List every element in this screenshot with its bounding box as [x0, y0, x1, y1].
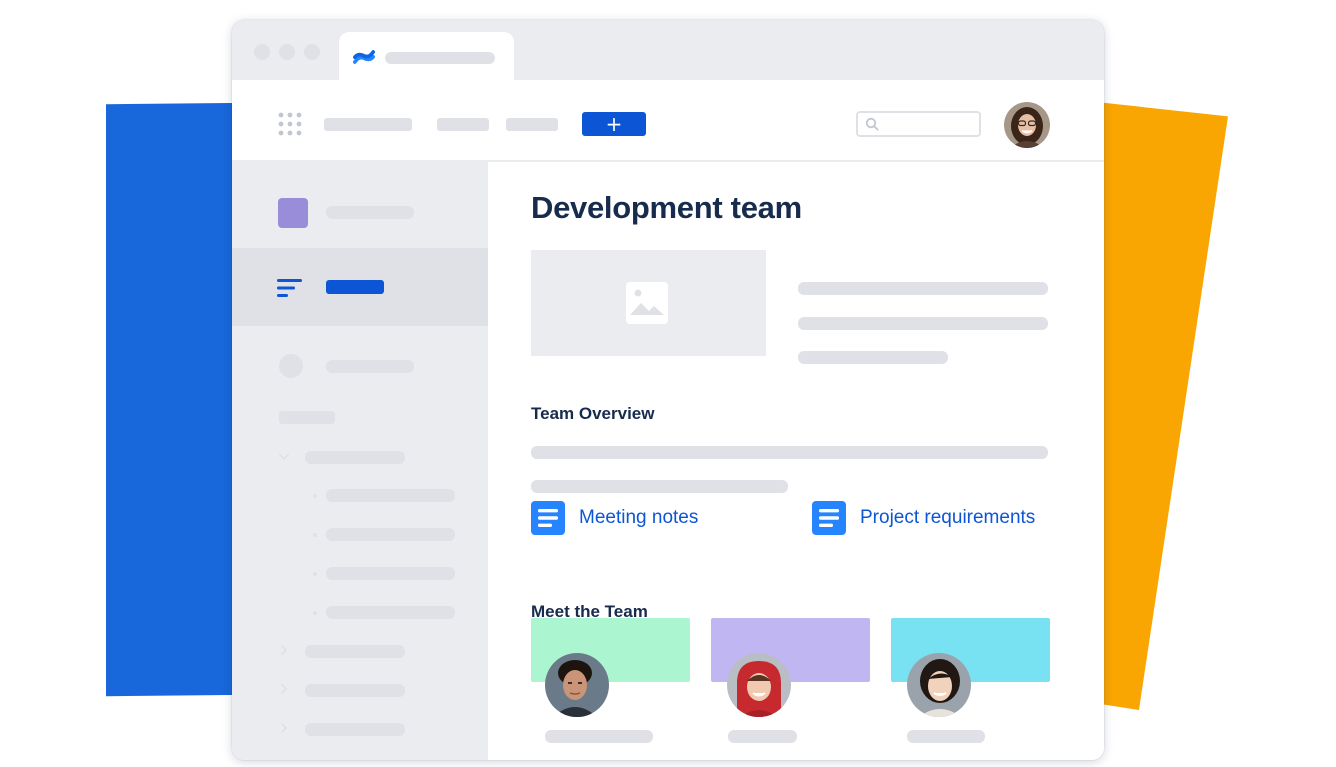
meeting-notes-label: Meeting notes	[579, 507, 699, 528]
space-name-placeholder[interactable]	[326, 206, 414, 219]
text-line-placeholder	[531, 480, 788, 493]
sidebar-item-placeholder[interactable]	[326, 360, 414, 373]
nav-item-placeholder[interactable]	[324, 118, 412, 131]
sidebar-item-avatar[interactable]	[279, 354, 303, 378]
sidebar-section-heading	[279, 411, 335, 424]
page-tree-child-item[interactable]	[326, 489, 455, 502]
browser-tab[interactable]	[339, 32, 514, 80]
bullet-dot	[313, 572, 317, 576]
user-avatar[interactable]	[1004, 102, 1050, 148]
page-title: Development team	[531, 190, 802, 225]
team-member-name-placeholder	[545, 730, 653, 743]
top-navigation: +	[232, 80, 1104, 162]
text-line-placeholder	[798, 317, 1048, 330]
window-close-dot[interactable]	[254, 44, 270, 60]
page-tree-item[interactable]	[305, 723, 405, 736]
sidebar-item-selected[interactable]	[232, 248, 488, 326]
text-line-placeholder	[798, 282, 1048, 295]
search-input[interactable]	[856, 111, 981, 137]
team-member-name-placeholder	[728, 730, 797, 743]
team-member-portrait	[545, 653, 609, 717]
team-member-avatar[interactable]	[545, 653, 609, 717]
bullet-dot	[313, 533, 317, 537]
page-tree-item[interactable]	[305, 684, 405, 697]
header-image-placeholder	[531, 250, 766, 356]
text-line-placeholder	[531, 446, 1048, 459]
menu-lines-icon	[277, 279, 302, 297]
team-member-name-placeholder	[907, 730, 985, 743]
document-icon	[812, 501, 846, 535]
user-portrait	[1004, 102, 1050, 148]
window-maximize-dot[interactable]	[304, 44, 320, 60]
confluence-logo-icon	[353, 50, 375, 64]
sidebar-item-selected-label	[326, 280, 384, 294]
project-requirements-link[interactable]: Project requirements	[812, 500, 1035, 536]
team-member-portrait	[907, 653, 971, 717]
team-member-avatar[interactable]	[727, 653, 791, 717]
space-avatar[interactable]	[278, 198, 308, 228]
team-member-avatar[interactable]	[907, 653, 971, 717]
bullet-dot	[313, 611, 317, 615]
chevron-down-icon[interactable]	[278, 451, 290, 463]
nav-item-placeholder[interactable]	[437, 118, 489, 131]
text-line-placeholder	[798, 351, 948, 364]
page-content: Development team Team Overview Meeting n…	[488, 162, 1104, 760]
browser-window: + Development team Team Overview Meeting…	[232, 20, 1104, 760]
page-tree-child-item[interactable]	[326, 567, 455, 580]
page-tree-child-item[interactable]	[326, 606, 455, 619]
meeting-notes-link[interactable]: Meeting notes	[531, 500, 698, 536]
search-icon	[865, 117, 879, 131]
window-minimize-dot[interactable]	[279, 44, 295, 60]
chevron-right-icon[interactable]	[278, 722, 290, 734]
team-overview-heading: Team Overview	[531, 404, 655, 423]
team-member-portrait	[727, 653, 791, 717]
chevron-right-icon[interactable]	[278, 683, 290, 695]
page-tree-item[interactable]	[305, 645, 405, 658]
project-requirements-label: Project requirements	[860, 507, 1036, 528]
nav-item-placeholder[interactable]	[506, 118, 558, 131]
browser-titlebar	[232, 20, 1104, 80]
image-icon	[626, 282, 668, 324]
create-button[interactable]: +	[582, 112, 646, 136]
bullet-dot	[313, 494, 317, 498]
sidebar	[232, 162, 488, 760]
chevron-right-icon[interactable]	[278, 644, 290, 656]
tab-title-placeholder	[385, 52, 495, 64]
grid-icon[interactable]	[278, 112, 302, 136]
document-icon	[531, 501, 565, 535]
page-tree-item[interactable]	[305, 451, 405, 464]
page-tree-child-item[interactable]	[326, 528, 455, 541]
